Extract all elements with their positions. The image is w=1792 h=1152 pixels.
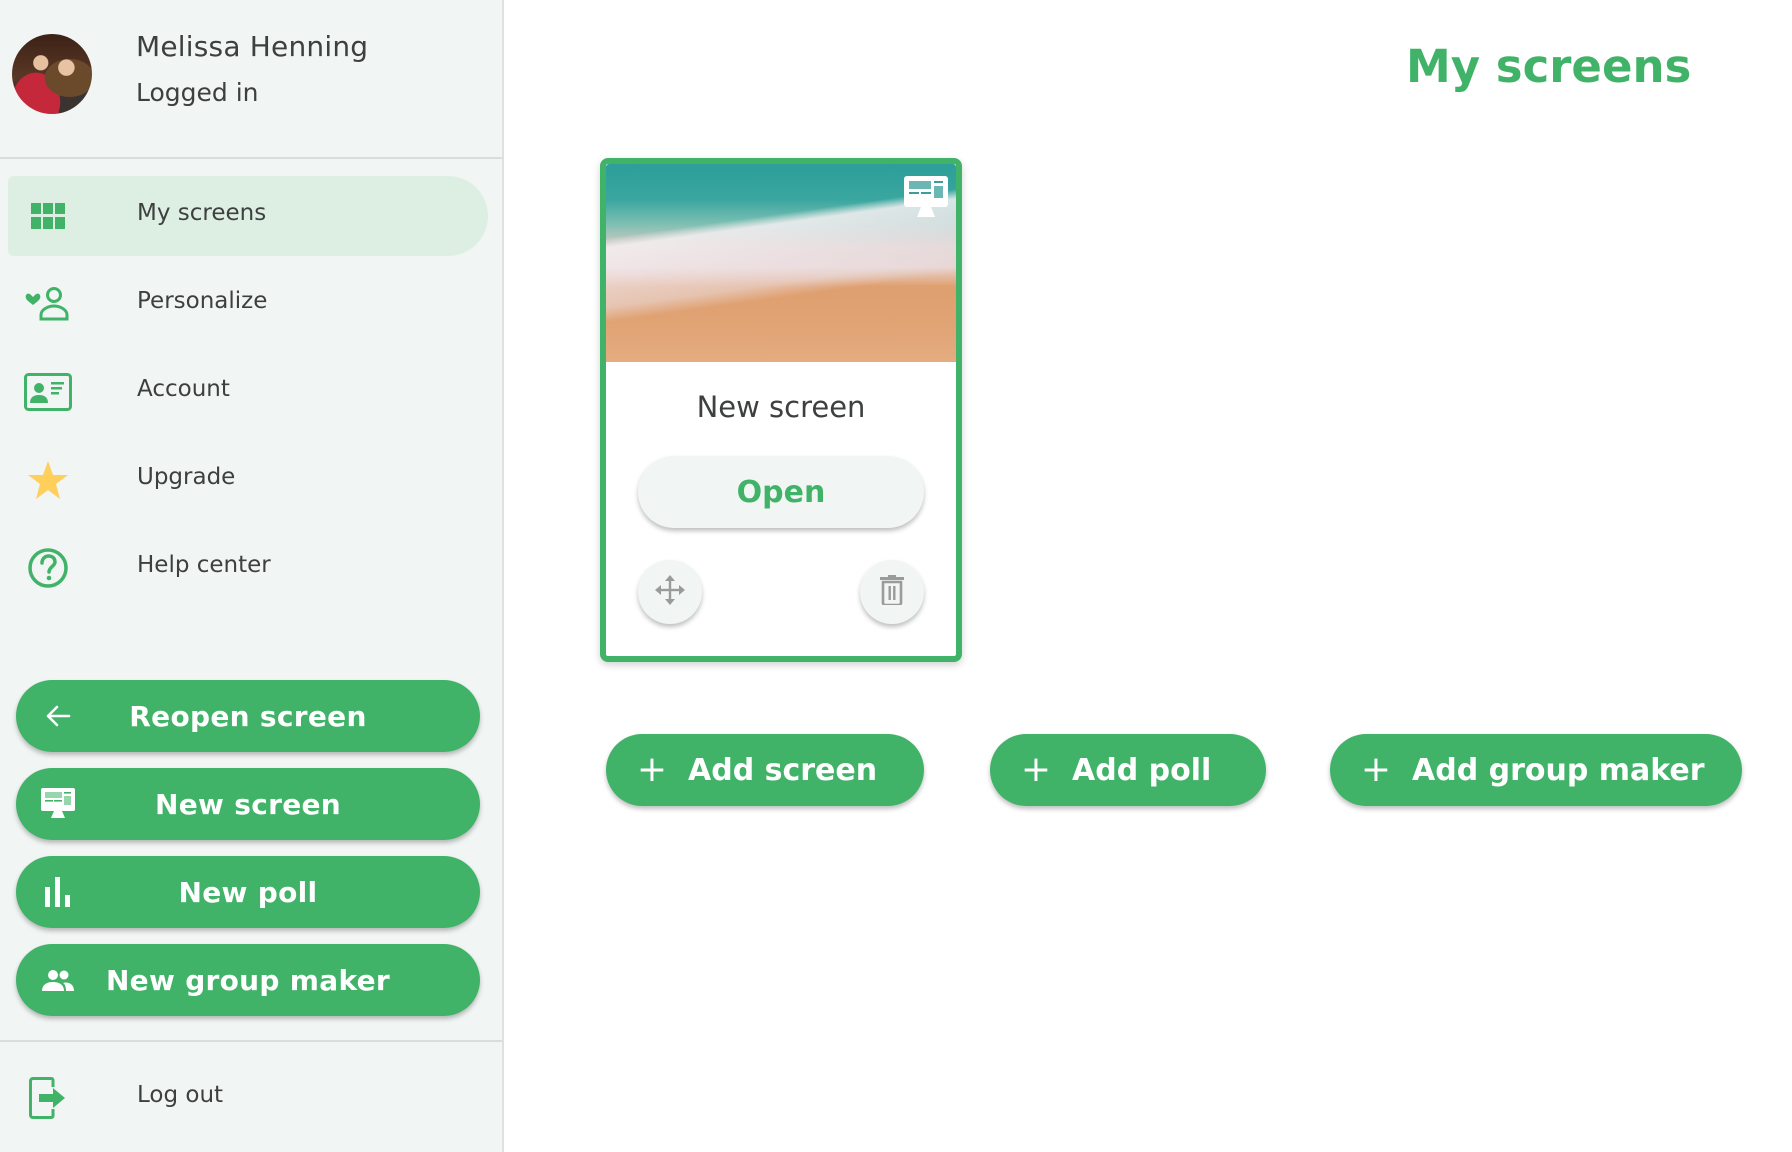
person-heart-icon (24, 284, 72, 324)
avatar (12, 34, 92, 114)
help-circle-icon (24, 548, 72, 588)
sidebar-item-label: My screens (137, 200, 267, 226)
plus-icon: + (636, 749, 668, 790)
add-poll-label: Add poll (1072, 752, 1212, 788)
trash-icon (880, 575, 904, 609)
new-screen-label: New screen (154, 787, 342, 821)
id-card-icon (24, 372, 72, 412)
logout-icon (24, 1077, 72, 1119)
reopen-screen-button[interactable]: Reopen screen (16, 680, 480, 752)
add-poll-button[interactable]: + Add poll (990, 734, 1266, 806)
sidebar: Melissa Henning Logged in My screens Per… (0, 0, 504, 1152)
new-group-maker-label: New group maker (105, 963, 391, 997)
grid-icon (24, 196, 72, 236)
sidebar-item-label: Personalize (137, 288, 268, 314)
monitor-icon (904, 176, 948, 218)
page-title: My screens (1406, 40, 1692, 93)
screen-card[interactable]: New screen Open (600, 158, 962, 662)
reopen-screen-label: Reopen screen (129, 699, 367, 733)
new-group-maker-button[interactable]: New group maker (16, 944, 480, 1016)
sidebar-item-account[interactable]: Account (8, 352, 488, 432)
user-status: Logged in (136, 78, 259, 107)
logout-label: Log out (137, 1082, 224, 1108)
monitor-icon (40, 788, 76, 820)
add-group-maker-button[interactable]: + Add group maker (1330, 734, 1742, 806)
sidebar-item-my-screens[interactable]: My screens (8, 176, 488, 256)
add-group-maker-label: Add group maker (1412, 752, 1705, 788)
user-name: Melissa Henning (136, 30, 369, 63)
star-icon (24, 460, 72, 500)
delete-button[interactable] (860, 560, 924, 624)
sidebar-item-label: Account (137, 376, 230, 402)
bar-chart-icon (40, 876, 76, 908)
open-button[interactable]: Open (638, 456, 924, 528)
sidebar-item-upgrade[interactable]: Upgrade (8, 440, 488, 520)
logout-button[interactable]: Log out (8, 1058, 488, 1138)
user-profile: Melissa Henning Logged in (0, 0, 502, 158)
plus-icon: + (1360, 749, 1392, 790)
sidebar-item-help-center[interactable]: Help center (8, 528, 488, 608)
move-arrows-icon (655, 575, 685, 609)
card-title: New screen (696, 390, 866, 424)
divider (0, 157, 502, 159)
new-poll-button[interactable]: New poll (16, 856, 480, 928)
move-button[interactable] (638, 560, 702, 624)
arrow-left-icon (40, 700, 76, 732)
sidebar-item-label: Upgrade (137, 464, 236, 490)
add-screen-button[interactable]: + Add screen (606, 734, 924, 806)
add-screen-label: Add screen (688, 752, 878, 788)
new-poll-label: New poll (178, 875, 318, 909)
beach-aerial-image (606, 164, 956, 362)
new-screen-button[interactable]: New screen (16, 768, 480, 840)
sidebar-item-label: Help center (137, 552, 271, 578)
people-icon (40, 964, 76, 996)
plus-icon: + (1020, 749, 1052, 790)
divider (0, 1040, 502, 1042)
sidebar-item-personalize[interactable]: Personalize (8, 264, 488, 344)
